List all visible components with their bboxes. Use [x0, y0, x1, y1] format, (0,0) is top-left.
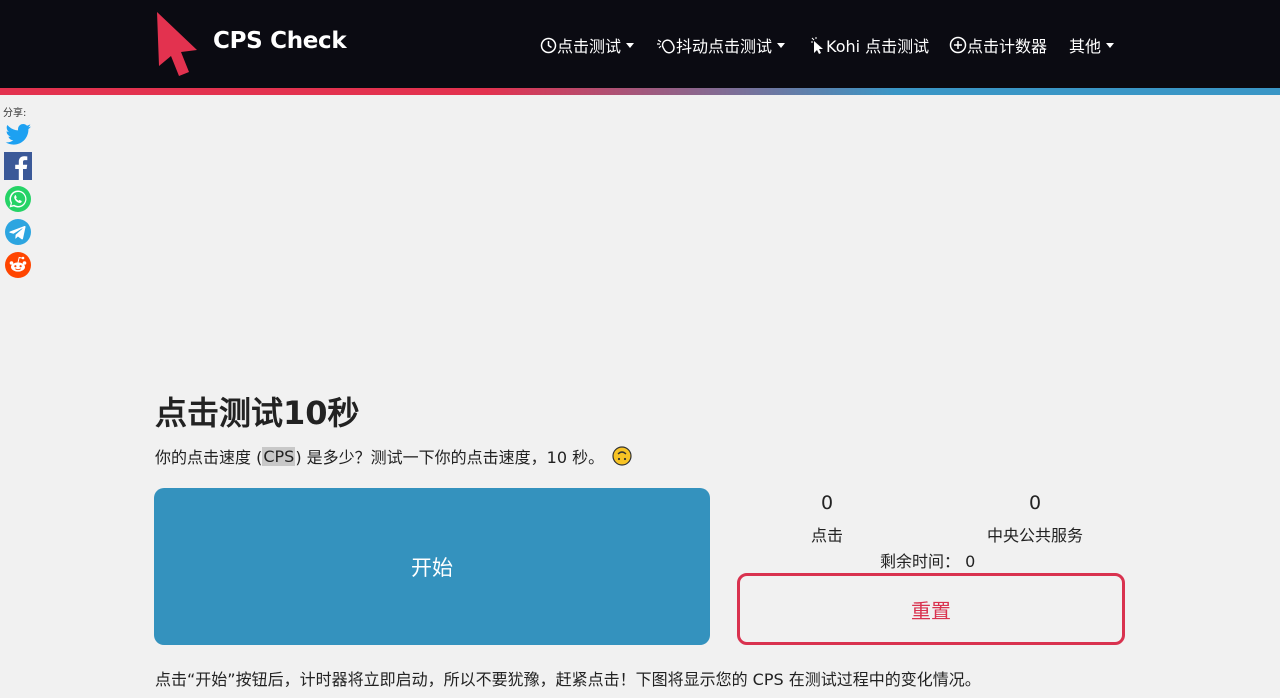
nav-other[interactable]: 其他 [1069, 33, 1115, 57]
instructions-text: 点击“开始”按钮后，计时器将立即启动，所以不要犹豫，赶紧点击！下图将显示您的 C… [155, 670, 981, 689]
nav-click-counter[interactable]: 点击计数器 [949, 33, 1047, 57]
time-remaining-value: 0 [965, 552, 976, 571]
nav-jitter-click-test[interactable]: 抖动点击测试 [656, 33, 786, 57]
twitter-icon[interactable] [4, 120, 32, 148]
reset-button[interactable]: 重置 [737, 573, 1125, 645]
time-remaining: 剩余时间： 0 [880, 548, 975, 572]
mouse-icon [657, 38, 675, 53]
brand-logo[interactable]: CPS Check [153, 10, 347, 78]
nav-jitter-click-test-label: 抖动点击测试 [676, 37, 773, 56]
telegram-icon[interactable] [4, 218, 32, 246]
time-remaining-label: 剩余时间： [880, 552, 961, 571]
nav-click-test-label: 点击测试 [557, 37, 622, 56]
nav-kohi-click-test-label: Kohi 点击测试 [826, 37, 930, 56]
brand-name: CPS Check [213, 28, 347, 54]
subtitle-text-after: ) 是多少？测试一下你的点击速度，10 秒。 [295, 448, 605, 467]
cursor-icon [811, 36, 823, 54]
cursor-logo-icon [157, 12, 197, 76]
whatsapp-icon[interactable] [4, 185, 32, 213]
start-button[interactable]: 开始 [154, 488, 710, 645]
chevron-down-icon [626, 43, 635, 48]
chevron-down-icon [777, 43, 786, 48]
upside-down-face-icon [612, 446, 632, 466]
cps-highlight: CPS [262, 446, 296, 466]
navbar-gradient-stripe [0, 88, 1280, 95]
nav-click-test[interactable]: 点击测试 [540, 33, 635, 57]
nav-kohi-click-test[interactable]: Kohi 点击测试 [811, 33, 929, 57]
page-title: 点击测试10秒 [155, 394, 360, 432]
plus-circle-icon [949, 36, 967, 54]
facebook-icon[interactable] [4, 152, 32, 180]
share-label: 分享: [3, 108, 27, 119]
nav-click-counter-label: 点击计数器 [967, 37, 1048, 56]
nav-other-label: 其他 [1069, 37, 1102, 56]
reddit-icon[interactable] [4, 251, 32, 279]
clicks-count: 0 [820, 492, 834, 514]
page-subtitle: 你的点击速度 (CPS) 是多少？测试一下你的点击速度，10 秒。 [155, 444, 632, 468]
clock-icon [540, 37, 557, 53]
cps-label: 中央公共服务 [986, 526, 1083, 545]
cps-count: 0 [1028, 492, 1042, 514]
chevron-down-icon [1106, 43, 1115, 48]
subtitle-text-before: 你的点击速度 ( [155, 448, 263, 467]
clicks-label: 点击 [810, 526, 843, 545]
